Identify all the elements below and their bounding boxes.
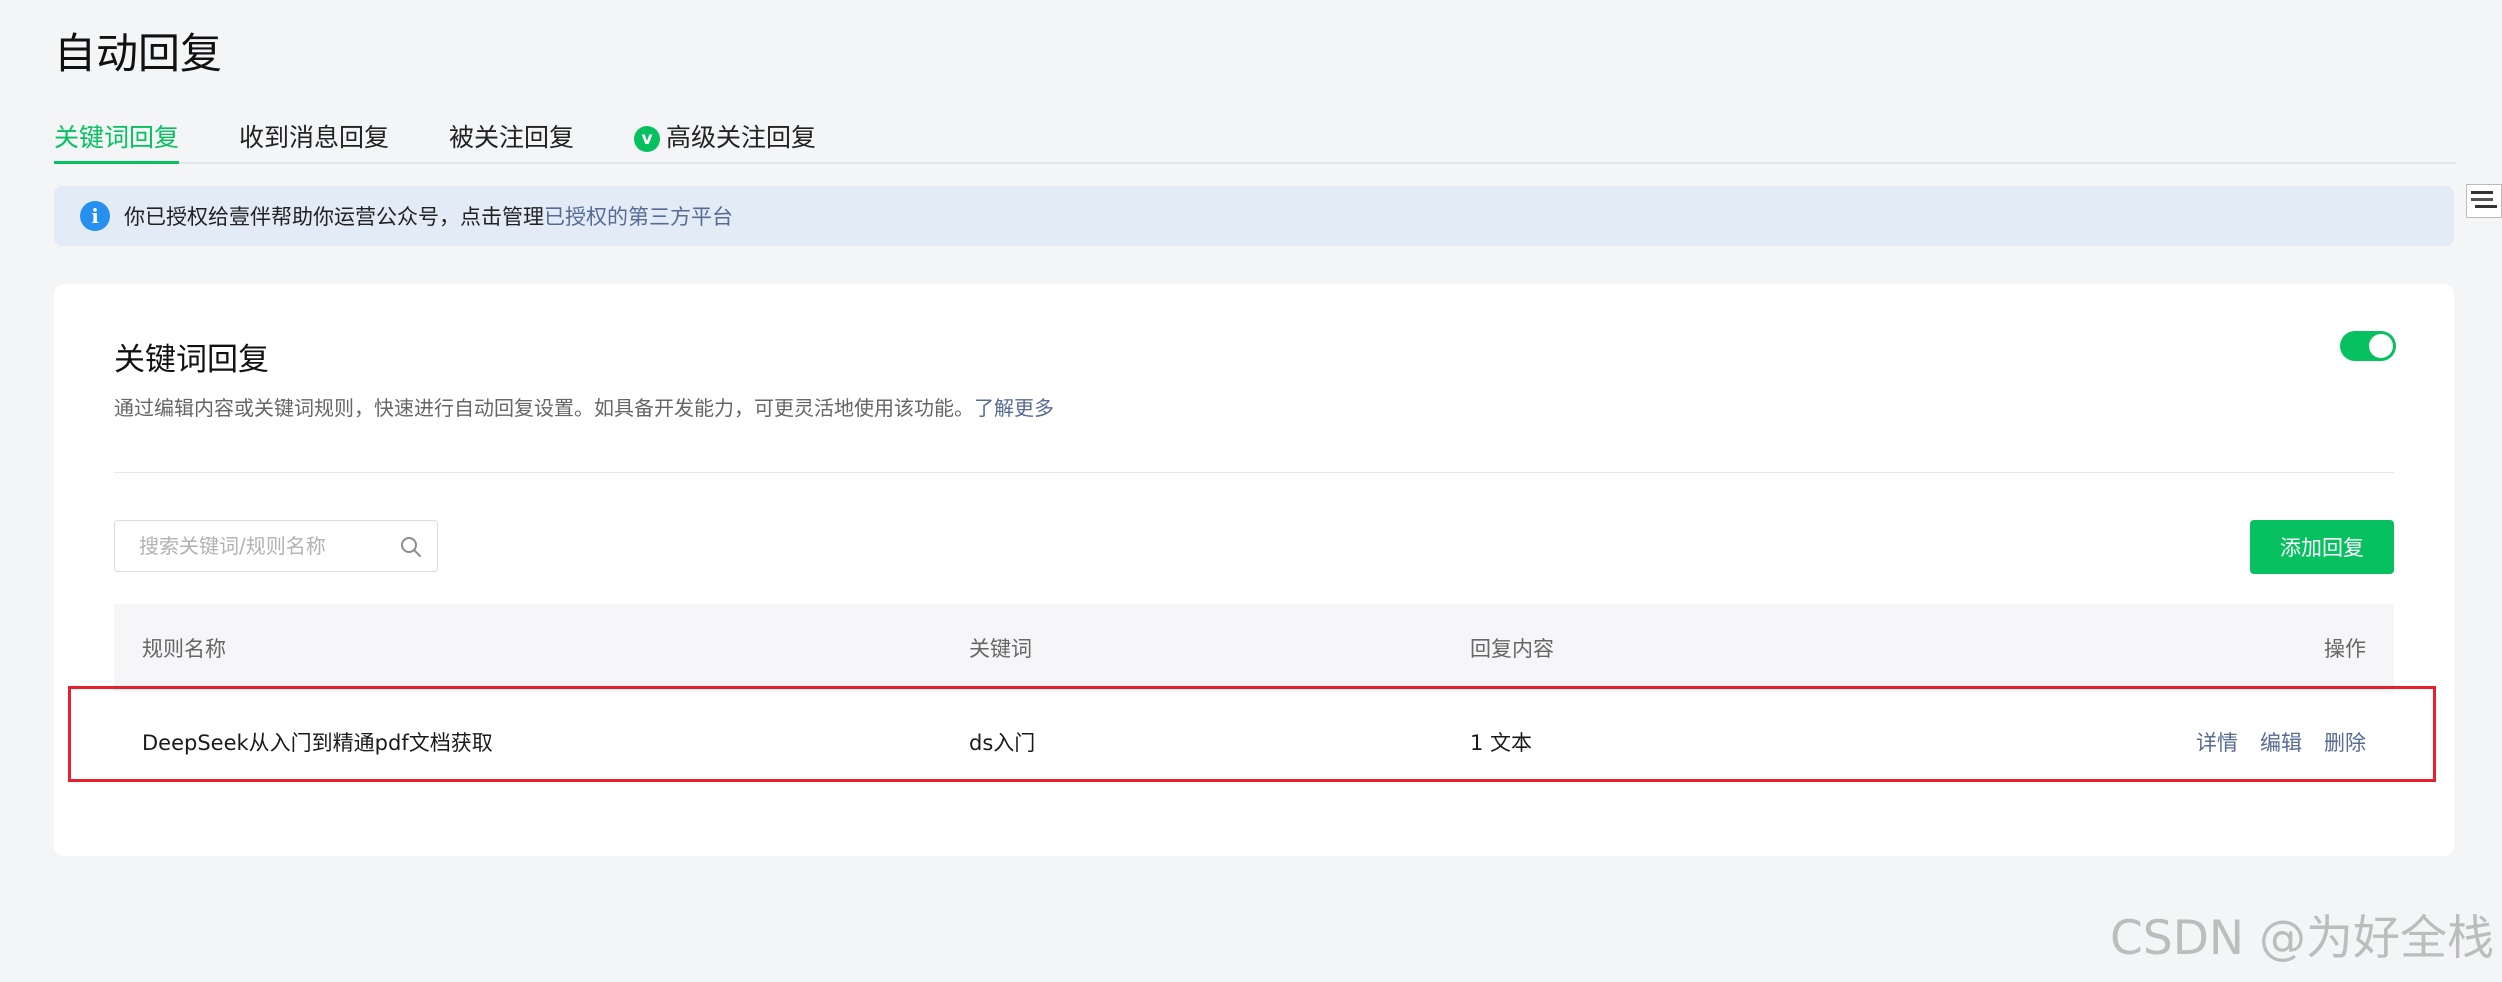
page-title: 自动回复 (54, 29, 223, 78)
description-text: 通过编辑内容或关键词规则，快速进行自动回复设置。如具备开发能力，可更灵活地使用该… (114, 396, 974, 420)
search-icon[interactable] (399, 535, 423, 559)
delete-link[interactable]: 删除 (2324, 727, 2366, 757)
learn-more-link[interactable]: 了解更多 (974, 396, 1054, 420)
table-header: 规则名称 关键词 回复内容 操作 (114, 604, 2394, 692)
card-title: 关键词回复 (114, 342, 269, 378)
table-row: DeepSeek从入门到精通pdf文档获取 ds入门 1 文本 详情 编辑 删除 (114, 696, 2394, 788)
side-thumbnail[interactable] (2466, 184, 2502, 218)
watermark: CSDN @为好全栈 (2110, 911, 2494, 966)
header-keyword: 关键词 (969, 637, 1032, 661)
authorized-platform-link[interactable]: 已授权的第三方平台 (544, 201, 733, 231)
card-description: 通过编辑内容或关键词规则，快速进行自动回复设置。如具备开发能力，可更灵活地使用该… (114, 392, 1054, 421)
tab-label: 关键词回复 (54, 123, 180, 152)
tab-keyword-reply[interactable]: 关键词回复 (54, 118, 180, 164)
tab-bar: 关键词回复 收到消息回复 被关注回复 v 高级关注回复 (54, 118, 2456, 164)
v-badge-icon: v (634, 126, 661, 152)
header-reply-content: 回复内容 (1470, 637, 1554, 661)
tab-advanced-follow-reply[interactable]: v 高级关注回复 (634, 118, 816, 162)
edit-link[interactable]: 编辑 (2260, 727, 2302, 757)
detail-link[interactable]: 详情 (2196, 727, 2238, 757)
divider (114, 472, 2394, 473)
notice-text: 你已授权给壹伴帮助你运营公众号，点击管理 (124, 205, 544, 229)
cell-keyword: ds入门 (969, 731, 1036, 755)
tab-label: 收到消息回复 (239, 123, 390, 152)
keyword-reply-card: 关键词回复 通过编辑内容或关键词规则，快速进行自动回复设置。如具备开发能力，可更… (54, 284, 2454, 856)
tab-label: 被关注回复 (449, 123, 575, 152)
tab-follow-reply[interactable]: 被关注回复 (449, 118, 574, 162)
info-icon: i (80, 201, 110, 231)
cell-reply-content: 1 文本 (1470, 731, 1533, 755)
tab-label: 高级关注回复 (666, 123, 817, 152)
keyword-reply-toggle[interactable] (2340, 331, 2396, 361)
tab-message-reply[interactable]: 收到消息回复 (239, 118, 389, 162)
add-reply-button[interactable]: 添加回复 (2250, 520, 2394, 574)
search-input[interactable] (139, 521, 379, 571)
row-actions: 详情 编辑 删除 (2196, 696, 2366, 788)
header-rule-name: 规则名称 (142, 637, 226, 661)
toggle-knob (2369, 334, 2393, 358)
header-actions: 操作 (2324, 637, 2366, 661)
cell-rule-name: DeepSeek从入门到精通pdf文档获取 (142, 731, 493, 755)
authorization-notice: i 你已授权给壹伴帮助你运营公众号，点击管理 已授权的第三方平台 (54, 186, 2454, 246)
search-box (114, 520, 438, 572)
